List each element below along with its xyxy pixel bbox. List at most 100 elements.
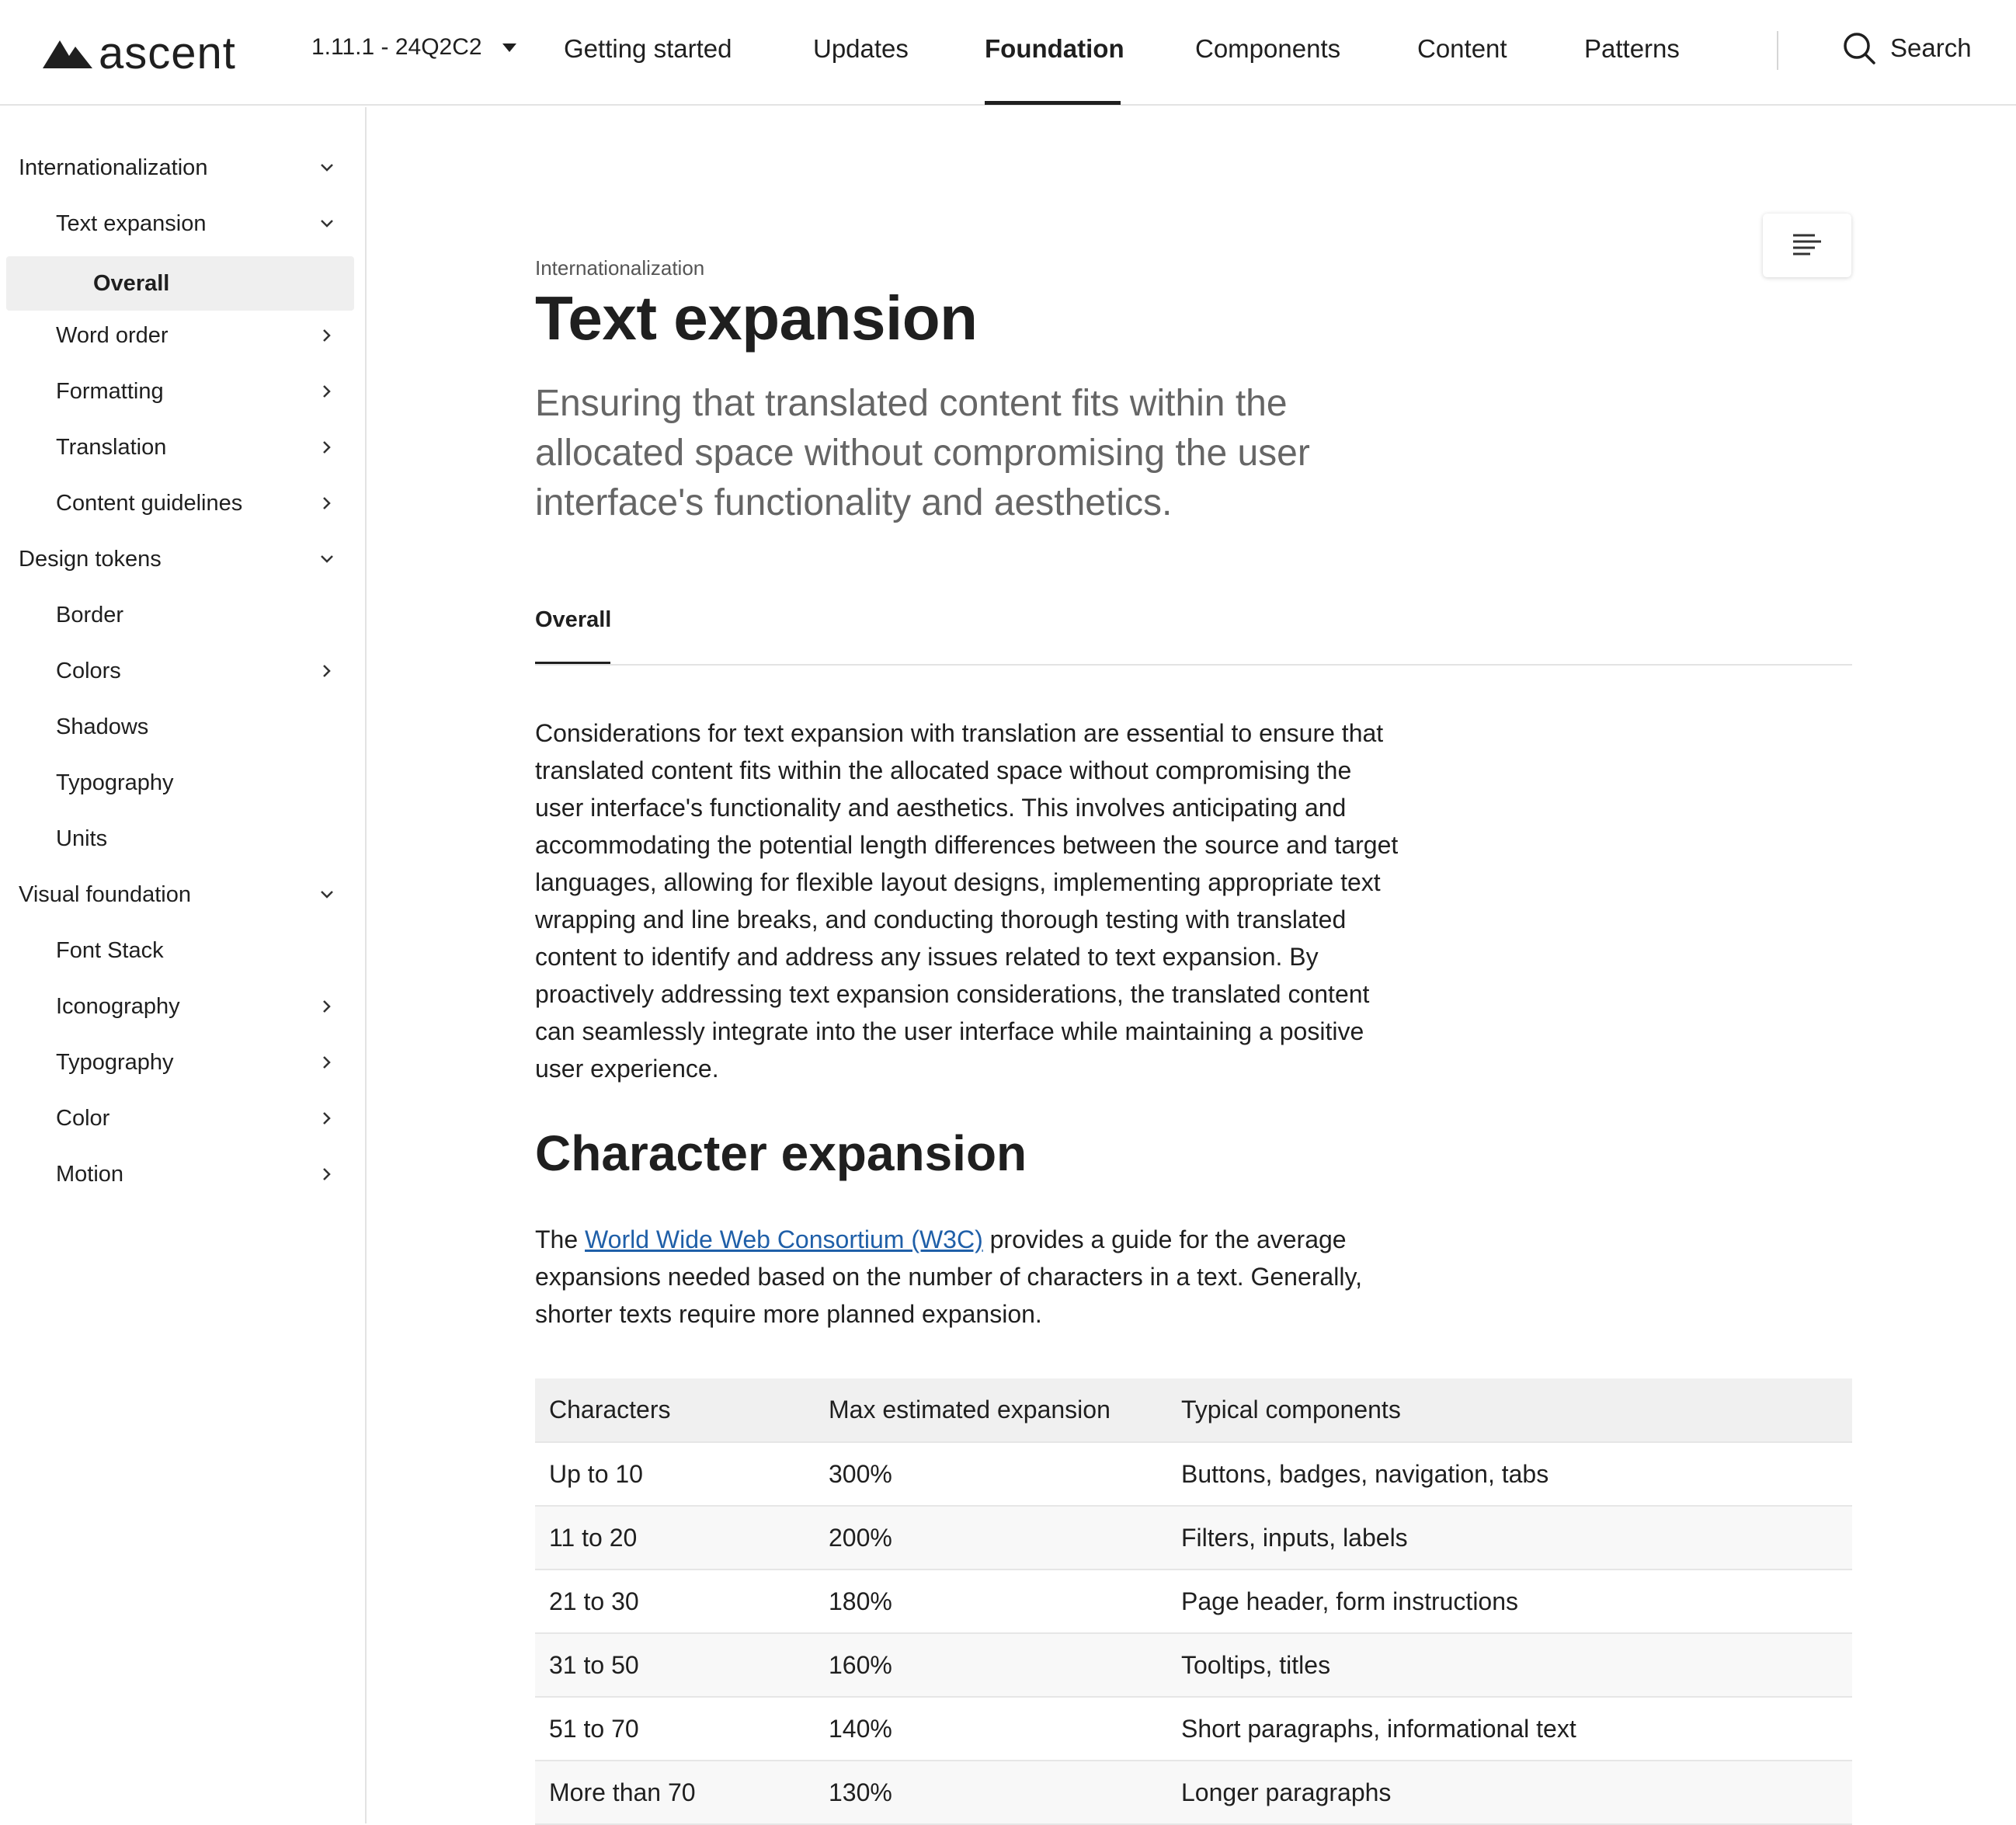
table-row: Up to 10 300% Buttons, badges, navigatio…: [535, 1442, 1852, 1507]
sidebar-item-units[interactable]: Units: [6, 812, 354, 866]
section-intro: The World Wide Web Consortium (W3C) prov…: [535, 1221, 1405, 1333]
table-of-contents-icon: [1793, 234, 1821, 255]
sidebar-item-content-guidelines[interactable]: Content guidelines: [6, 476, 354, 530]
table-cell: 21 to 30: [535, 1570, 815, 1634]
sidebar-item-label: Design tokens: [19, 546, 162, 572]
column-header: Characters: [535, 1378, 815, 1443]
tab-divider: [535, 664, 1852, 666]
nav-content[interactable]: Content: [1417, 34, 1507, 64]
nav-divider: [1777, 31, 1778, 70]
sidebar-item-label: Motion: [56, 1161, 124, 1187]
table-row: 31 to 50 160% Tooltips, titles: [535, 1633, 1852, 1698]
overview-paragraph: Considerations for text expansion with t…: [535, 719, 1399, 1083]
sidebar-item-label: Iconography: [56, 993, 180, 1019]
table-cell: 160%: [815, 1633, 1167, 1698]
chevron-right-icon: [323, 1056, 331, 1069]
nav-components[interactable]: Components: [1195, 34, 1340, 64]
brand-name: ascent: [99, 27, 236, 78]
top-navigation: ascent 1.11.1 - 24Q2C2 Getting started U…: [0, 0, 2016, 106]
w3c-link[interactable]: World Wide Web Consortium (W3C): [585, 1225, 983, 1253]
sidebar-item-internationalization[interactable]: Internationalization: [6, 141, 354, 195]
breadcrumb[interactable]: Internationalization: [535, 256, 704, 280]
sidebar-item-label: Font Stack: [56, 937, 164, 963]
table-cell: 51 to 70: [535, 1697, 815, 1761]
sidebar-item-design-tokens[interactable]: Design tokens: [6, 532, 354, 586]
table-row: 21 to 30 180% Page header, form instruct…: [535, 1570, 1852, 1634]
chevron-right-icon: [323, 497, 331, 509]
nav-foundation[interactable]: Foundation: [985, 34, 1124, 64]
sidebar-item-label: Word order: [56, 322, 169, 348]
table-cell: Page header, form instructions: [1167, 1570, 1852, 1634]
sidebar: Internationalization Text expansion Over…: [0, 107, 367, 1823]
table-cell: 130%: [815, 1761, 1167, 1825]
sidebar-item-visual-foundation[interactable]: Visual foundation: [6, 867, 354, 922]
sidebar-item-label: Typography: [56, 770, 174, 795]
chevron-right-icon: [323, 1112, 331, 1125]
intro-text-before: The: [535, 1225, 586, 1253]
chevron-right-icon: [323, 1000, 331, 1013]
table-of-contents-button[interactable]: [1763, 214, 1851, 277]
sidebar-item-label: Units: [56, 826, 108, 851]
caret-down-icon: [502, 43, 516, 52]
search-icon: [1844, 33, 1875, 64]
sidebar-item-label: Visual foundation: [19, 881, 191, 907]
sidebar-item-iconography[interactable]: Iconography: [6, 979, 354, 1034]
page-title: Text expansion: [535, 283, 978, 353]
chevron-right-icon: [323, 665, 331, 677]
section-heading: Character expansion: [535, 1125, 1027, 1181]
table-row: More than 70 130% Longer paragraphs: [535, 1761, 1852, 1825]
version-selector[interactable]: 1.11.1 - 24Q2C2: [311, 34, 516, 61]
chevron-down-icon: [321, 555, 333, 563]
active-nav-indicator: [985, 101, 1121, 105]
sidebar-item-word-order[interactable]: Word order: [6, 308, 354, 363]
sidebar-item-colors[interactable]: Colors: [6, 644, 354, 698]
sidebar-item-label: Colors: [56, 658, 121, 683]
sidebar-item-typography-tokens[interactable]: Typography: [6, 756, 354, 810]
sidebar-item-label: Color: [56, 1105, 110, 1131]
sidebar-item-motion[interactable]: Motion: [6, 1147, 354, 1201]
chevron-down-icon: [321, 220, 333, 228]
chevron-right-icon: [323, 329, 331, 342]
table-cell: 200%: [815, 1506, 1167, 1570]
sidebar-item-typography-visual[interactable]: Typography: [6, 1035, 354, 1090]
sidebar-item-text-expansion[interactable]: Text expansion: [6, 196, 354, 251]
sidebar-item-label: Overall: [93, 270, 170, 296]
sidebar-item-label: Shadows: [56, 714, 149, 739]
expansion-table: Characters Max estimated expansion Typic…: [535, 1378, 1852, 1825]
sidebar-item-font-stack[interactable]: Font Stack: [6, 923, 354, 978]
sidebar-item-color[interactable]: Color: [6, 1091, 354, 1145]
table-cell: Filters, inputs, labels: [1167, 1506, 1852, 1570]
search-button[interactable]: Search: [1842, 31, 1972, 65]
brand-logo[interactable]: ascent: [43, 23, 236, 82]
sidebar-item-label: Border: [56, 602, 124, 627]
table-cell: 300%: [815, 1442, 1167, 1507]
table-cell: Longer paragraphs: [1167, 1761, 1852, 1825]
sidebar-item-translation[interactable]: Translation: [6, 420, 354, 474]
nav-patterns[interactable]: Patterns: [1584, 34, 1680, 64]
nav-getting-started[interactable]: Getting started: [564, 34, 732, 64]
table-cell: 31 to 50: [535, 1633, 815, 1698]
table-row: 11 to 20 200% Filters, inputs, labels: [535, 1506, 1852, 1570]
chevron-right-icon: [323, 1168, 331, 1180]
ascent-logo-icon: [43, 40, 92, 68]
sidebar-item-label: Content guidelines: [56, 490, 243, 516]
tab-overall[interactable]: Overall: [535, 607, 611, 633]
sidebar-item-label: Formatting: [56, 378, 164, 404]
sidebar-item-overall[interactable]: Overall: [6, 256, 354, 311]
chevron-right-icon: [323, 385, 331, 398]
table-cell: More than 70: [535, 1761, 815, 1825]
table-cell: 140%: [815, 1697, 1167, 1761]
table-cell: 11 to 20: [535, 1506, 815, 1570]
sidebar-item-border[interactable]: Border: [6, 588, 354, 642]
page-description: Ensuring that translated content fits wi…: [535, 383, 1310, 523]
chevron-right-icon: [323, 441, 331, 454]
table-cell: 180%: [815, 1570, 1167, 1634]
sidebar-item-label: Internationalization: [19, 155, 208, 180]
sidebar-item-shadows[interactable]: Shadows: [6, 700, 354, 754]
nav-updates[interactable]: Updates: [813, 34, 909, 64]
table-header-row: Characters Max estimated expansion Typic…: [535, 1378, 1852, 1443]
search-label: Search: [1890, 33, 1972, 62]
table-cell: Up to 10: [535, 1442, 815, 1507]
sidebar-item-label: Typography: [56, 1049, 174, 1075]
sidebar-item-formatting[interactable]: Formatting: [6, 364, 354, 419]
